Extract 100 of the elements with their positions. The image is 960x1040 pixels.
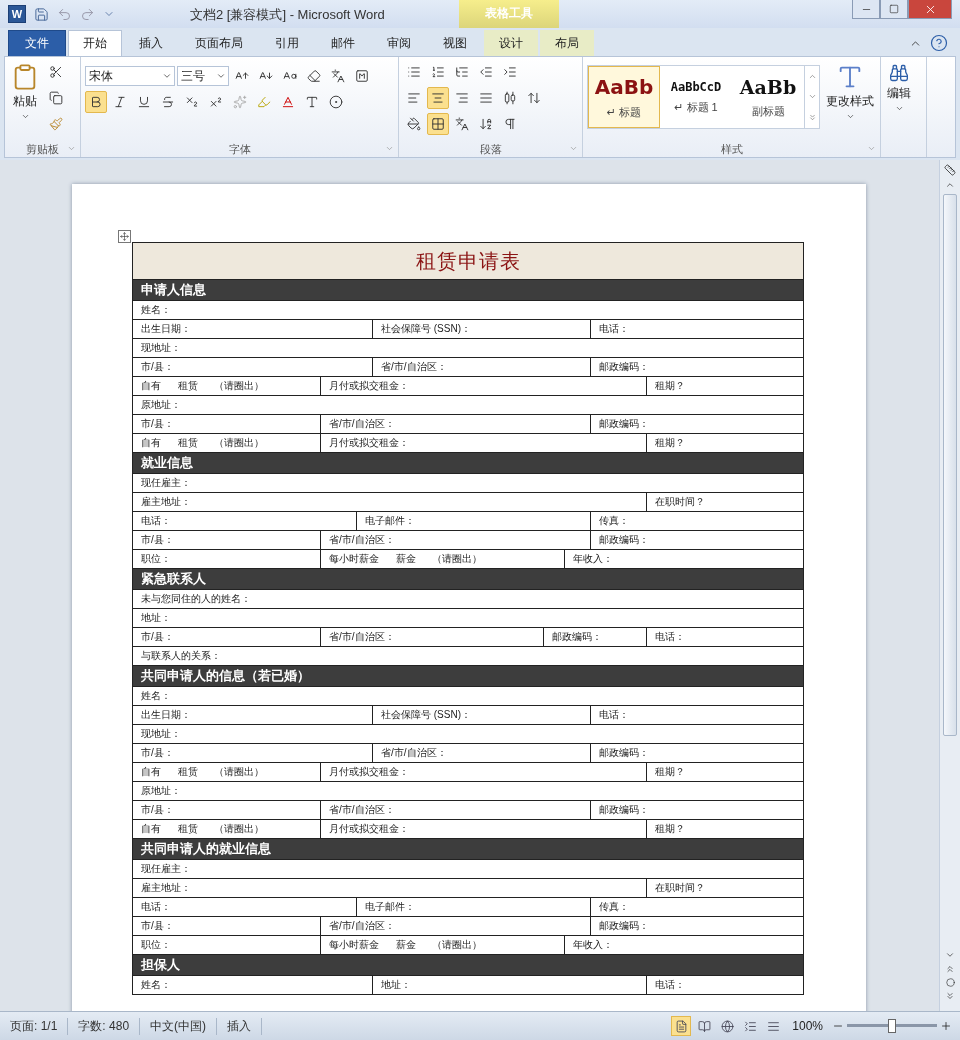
table-cell-text: 邮政编码： xyxy=(598,919,650,933)
save-button[interactable] xyxy=(34,6,49,22)
enclosed-character-icon xyxy=(329,95,343,109)
table-cell: 电子邮件： xyxy=(357,512,591,530)
ribbon-tab[interactable]: 布局 xyxy=(540,30,594,56)
text-effects-icon xyxy=(233,95,247,109)
reading-view-icon xyxy=(697,1019,711,1033)
scroll-up-icon xyxy=(945,180,955,190)
style-preview: AaBbCcD xyxy=(670,79,722,94)
decrease-indent-icon xyxy=(479,65,493,79)
table-cell: 省/市/自治区： xyxy=(321,801,591,819)
table-cell-text: 邮政编码： xyxy=(598,533,650,547)
ribbon-tab[interactable]: 视图 xyxy=(428,30,482,56)
align-center-button[interactable] xyxy=(427,87,449,109)
align-left-icon xyxy=(407,91,421,105)
status-item[interactable]: 页面: 1/1 xyxy=(0,1017,69,1035)
font-name-field[interactable]: 宋体 xyxy=(85,66,175,86)
table-cell: 省/市/自治区： xyxy=(321,415,591,433)
maximize-button[interactable] xyxy=(880,0,908,19)
ribbon-tab[interactable]: 审阅 xyxy=(372,30,426,56)
font-size-field[interactable]: 三号 xyxy=(177,66,229,86)
redo-icon xyxy=(80,6,95,22)
table-cell: 出生日期： xyxy=(133,706,373,724)
move-icon xyxy=(120,232,129,241)
table-cell-text: 传真： xyxy=(598,900,630,914)
more-icon xyxy=(807,113,817,123)
table-cell-text: 电话： xyxy=(654,978,686,992)
table-cell: 省/市/自治区： xyxy=(321,531,591,549)
save-icon xyxy=(34,6,49,22)
ruler-icon xyxy=(944,164,956,176)
table-cell: 自有 租赁 （请圈出） xyxy=(133,377,321,395)
ribbon-tab[interactable]: 邮件 xyxy=(316,30,370,56)
table-cell-text: 姓名： xyxy=(140,303,172,317)
justify-icon xyxy=(479,91,493,105)
maximize-icon xyxy=(889,4,899,14)
change-styles-button[interactable]: 更改样式 xyxy=(824,61,876,141)
table-cell: 职位： xyxy=(133,936,321,954)
zoom-thumb[interactable] xyxy=(888,1019,896,1033)
previous-page-icon xyxy=(945,964,955,974)
table-cell-text: 租期？ xyxy=(654,436,686,450)
table-cell-text: 现地址： xyxy=(140,341,182,355)
table-cell: 雇主地址： xyxy=(133,879,647,897)
bold-button[interactable] xyxy=(85,91,107,113)
copy-icon xyxy=(49,91,63,105)
redo-button[interactable] xyxy=(80,6,95,22)
caret-icon xyxy=(216,71,226,81)
ribbon-tab[interactable]: 文件 xyxy=(8,30,66,56)
group-label: 样式 xyxy=(720,141,743,157)
line-spacing-icon xyxy=(527,91,541,105)
borders-button[interactable] xyxy=(427,113,449,135)
view-button[interactable] xyxy=(671,1016,692,1036)
table-cell: 自有 租赁 （请圈出） xyxy=(133,820,321,838)
scroll-thumb[interactable] xyxy=(943,194,957,736)
app-logo[interactable]: W xyxy=(8,5,26,23)
minimize-button[interactable] xyxy=(852,0,880,19)
table-cell-text: 未与您同住的人的姓名： xyxy=(140,592,252,606)
print-layout-icon xyxy=(674,1019,688,1033)
editing-button[interactable]: 编辑 xyxy=(885,61,913,157)
undo-button[interactable] xyxy=(57,6,72,22)
table-cell: 市/县： xyxy=(133,415,321,433)
table-cell-text: 邮政编码： xyxy=(598,360,650,374)
ribbon-tab[interactable]: 插入 xyxy=(124,30,178,56)
table-cell: 月付或拟交租金： xyxy=(321,763,647,781)
status-item[interactable]: 字数: 480 xyxy=(68,1017,141,1035)
paste-button[interactable]: 粘贴 xyxy=(9,61,41,141)
table-cell: 自有 租赁 （请圈出） xyxy=(133,434,321,452)
style-label: ↵ 标题 1 xyxy=(674,99,718,115)
context-tab-group: 表格工具 xyxy=(459,0,559,28)
browse-object-icon xyxy=(945,978,955,987)
bullet-list-icon xyxy=(407,65,421,79)
align-right-icon xyxy=(455,91,469,105)
ribbon-tab[interactable]: 引用 xyxy=(260,30,314,56)
table-cell: 省/市/自治区： xyxy=(321,628,544,646)
phonetic-guide-icon xyxy=(331,69,345,83)
paint-bucket-icon xyxy=(407,117,421,131)
style-preview: AaBb xyxy=(739,75,797,98)
font-color-icon xyxy=(281,95,295,109)
ribbon-tab[interactable]: 开始 xyxy=(68,30,122,56)
zoom-level[interactable]: 100% xyxy=(792,1019,823,1033)
table-move-handle[interactable] xyxy=(118,230,131,243)
superscript-icon xyxy=(209,95,223,109)
align-center-icon xyxy=(431,91,445,105)
status-item[interactable]: 插入 xyxy=(217,1017,263,1035)
caret-icon xyxy=(162,71,172,81)
subscript-icon xyxy=(185,95,199,109)
table-cell: 月付或拟交租金： xyxy=(321,377,647,395)
window-title: 文档2 [兼容模式] - Microsoft Word xyxy=(190,6,385,24)
table-cell: 市/县： xyxy=(133,531,321,549)
table-cell-text: 原地址： xyxy=(140,398,182,412)
help-button[interactable] xyxy=(930,34,948,52)
table-cell-text: 现任雇主： xyxy=(140,862,192,876)
section-heading: 担保人 xyxy=(133,955,803,976)
zoom-in-button[interactable] xyxy=(940,1020,952,1032)
table-cell-text: 姓名： xyxy=(140,689,172,703)
ribbon-tab[interactable]: 页面布局 xyxy=(180,30,258,56)
ribbon-tab[interactable]: 设计 xyxy=(484,30,538,56)
status-item[interactable]: 中文(中国) xyxy=(140,1017,218,1035)
style-item[interactable]: AaBb ↵ 标题 xyxy=(588,66,660,128)
caret-icon xyxy=(894,104,904,113)
vertical-scrollbar[interactable] xyxy=(939,160,960,1011)
